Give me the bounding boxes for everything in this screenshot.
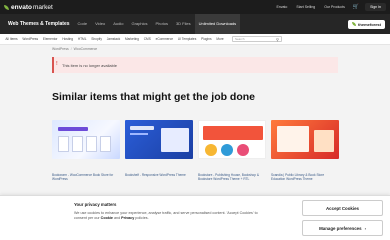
thumb-decoration bbox=[58, 136, 69, 152]
item-unavailable-alert: ! This item is no longer available bbox=[52, 57, 338, 73]
category-video[interactable]: Video bbox=[91, 14, 109, 34]
similar-item-card[interactable]: Scandia | Public Library & Book Store Ed… bbox=[271, 120, 339, 182]
thumb-decoration bbox=[130, 133, 148, 135]
subnav-cms[interactable]: CMS bbox=[141, 37, 153, 41]
subnav-shopify[interactable]: Shopify bbox=[89, 37, 104, 41]
cookie-banner: Your privacy matters We use cookies to e… bbox=[0, 195, 390, 240]
similar-item-card[interactable]: Bookstore - Publishing House, Bookshop &… bbox=[198, 120, 266, 182]
thumb-decoration bbox=[205, 144, 217, 156]
cookie-text-end: policies. bbox=[134, 216, 149, 221]
brand-sub: market bbox=[32, 3, 53, 11]
alert-text: This item is no longer available bbox=[62, 62, 117, 68]
thumb-decoration bbox=[86, 136, 97, 152]
item-title[interactable]: Scandia | Public Library & Book Store Ed… bbox=[271, 173, 337, 182]
search-input[interactable]: Search ⚲ bbox=[231, 36, 282, 42]
thumb-decoration bbox=[161, 128, 189, 152]
envato-leaf-icon bbox=[4, 4, 9, 10]
cart-icon[interactable]: 🛒 bbox=[353, 4, 359, 10]
themeforest-leaf-icon bbox=[352, 22, 357, 26]
thumb-decoration bbox=[237, 144, 249, 156]
category-audio[interactable]: Audio bbox=[109, 14, 127, 34]
top-link-our-products[interactable]: Our Products bbox=[324, 5, 345, 9]
thumb-decoration bbox=[277, 126, 309, 152]
item-title[interactable]: Bookworm - WooCommerce Book Store for Wo… bbox=[52, 173, 118, 182]
thumb-decoration bbox=[72, 136, 83, 152]
item-title[interactable]: Bookshelf - Responsive WordPress Theme bbox=[125, 173, 191, 177]
top-link-envato[interactable]: Envato bbox=[276, 5, 287, 9]
subnav-elementor[interactable]: Elementor bbox=[41, 37, 60, 41]
cookie-policy-link[interactable]: Cookie bbox=[101, 216, 113, 220]
breadcrumb-wordpress[interactable]: WordPress bbox=[52, 47, 69, 51]
thumb-decoration bbox=[100, 136, 111, 152]
category-code[interactable]: Code bbox=[74, 14, 92, 34]
manage-preferences-label: Manage preferences bbox=[319, 225, 362, 231]
top-bar: envato market Envato Start Selling Our P… bbox=[0, 0, 390, 14]
chevron-right-icon: › bbox=[364, 225, 366, 231]
subnav-more[interactable]: More bbox=[214, 37, 226, 41]
item-thumbnail[interactable] bbox=[52, 120, 120, 159]
item-title[interactable]: Bookstore - Publishing House, Bookshop &… bbox=[198, 173, 264, 182]
similar-item-card[interactable]: Bookworm - WooCommerce Book Store for Wo… bbox=[52, 120, 120, 182]
manage-preferences-button[interactable]: Manage preferences › bbox=[302, 220, 383, 236]
category-graphics[interactable]: Graphics bbox=[127, 14, 151, 34]
top-links: Envato Start Selling Our Products 🛒 Sign… bbox=[267, 3, 386, 11]
subnav-wordpress[interactable]: WordPress bbox=[20, 37, 41, 41]
privacy-policy-link[interactable]: Privacy bbox=[121, 216, 134, 220]
thumb-decoration bbox=[221, 144, 233, 156]
subnav-ecommerce[interactable]: eCommerce bbox=[153, 37, 175, 41]
sub-nav: All Items WordPress Elementor Hosting HT… bbox=[0, 34, 390, 45]
subnav-ui-templates[interactable]: UI Templates bbox=[175, 37, 198, 41]
category-bar: Web Themes & Templates Code Video Audio … bbox=[0, 14, 390, 34]
search-placeholder: Search bbox=[234, 37, 245, 41]
cookie-text: We use cookies to enhance your experienc… bbox=[74, 211, 269, 221]
category-web-themes[interactable]: Web Themes & Templates bbox=[4, 14, 74, 34]
themeforest-badge[interactable]: themeforest bbox=[348, 19, 385, 29]
envato-logo[interactable]: envato market bbox=[4, 4, 53, 11]
brand-name: envato bbox=[11, 3, 32, 11]
alert-icon: ! bbox=[56, 61, 58, 67]
thumb-decoration bbox=[58, 127, 88, 131]
subnav-html[interactable]: HTML bbox=[75, 37, 88, 41]
breadcrumb: WordPress / WooCommerce bbox=[52, 47, 97, 51]
category-3d-files[interactable]: 3D Files bbox=[172, 14, 195, 34]
top-link-start-selling[interactable]: Start Selling bbox=[296, 5, 315, 9]
thumb-decoration bbox=[203, 126, 263, 140]
subnav-marketing[interactable]: Marketing bbox=[123, 37, 142, 41]
subnav-hosting[interactable]: Hosting bbox=[60, 37, 76, 41]
subnav-plugins[interactable]: Plugins bbox=[199, 37, 214, 41]
item-thumbnail[interactable] bbox=[125, 120, 193, 159]
accept-cookies-button[interactable]: Accept Cookies bbox=[302, 200, 383, 216]
category-photos[interactable]: Photos bbox=[151, 14, 171, 34]
item-thumbnail[interactable] bbox=[198, 120, 266, 159]
similar-item-card[interactable]: Bookshelf - Responsive WordPress Theme bbox=[125, 120, 193, 177]
subnav-jamstack[interactable]: Jamstack bbox=[104, 37, 122, 41]
thumb-decoration bbox=[130, 126, 154, 130]
search-icon[interactable]: ⚲ bbox=[276, 37, 279, 42]
cookie-title: Your privacy matters bbox=[74, 202, 117, 207]
page-title: Similar items that might get the job don… bbox=[52, 91, 256, 103]
item-thumbnail[interactable] bbox=[271, 120, 339, 159]
thumb-decoration bbox=[314, 130, 334, 152]
subnav-all-items[interactable]: All Items bbox=[3, 37, 20, 41]
breadcrumb-separator: / bbox=[70, 47, 72, 51]
sign-in-button[interactable]: Sign In bbox=[365, 3, 386, 11]
breadcrumb-woocommerce[interactable]: WooCommerce bbox=[74, 47, 98, 51]
cookie-text-and: and bbox=[112, 216, 122, 221]
category-unlimited-downloads[interactable]: Unlimited Downloads bbox=[194, 14, 241, 34]
themeforest-label: themeforest bbox=[358, 21, 381, 27]
